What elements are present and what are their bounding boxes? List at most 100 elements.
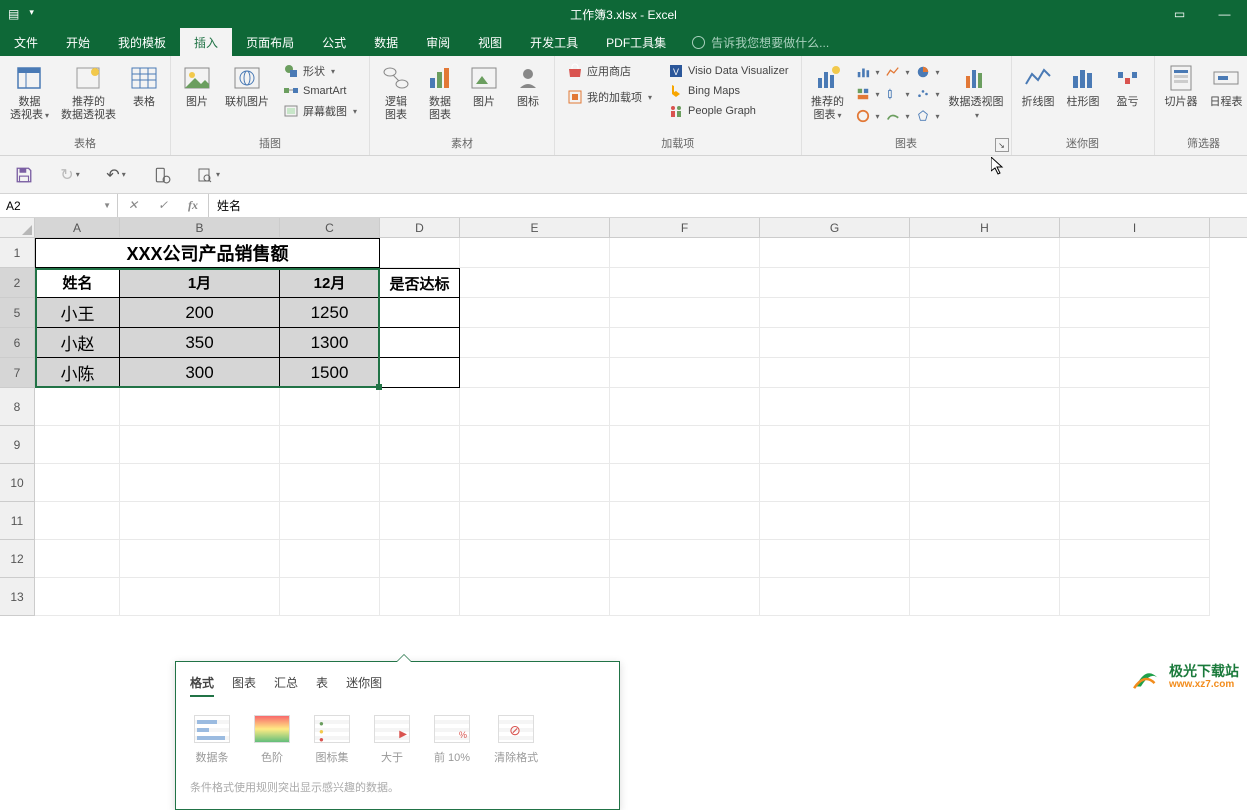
cell[interactable] — [760, 298, 910, 328]
undo-button[interactable]: ↶ ▾ — [104, 163, 128, 187]
tab-mytemplate[interactable]: 我的模板 — [104, 28, 180, 56]
pivot-chart-button[interactable]: 数据透视图▾ — [948, 60, 1005, 124]
cell[interactable] — [760, 328, 910, 358]
cell[interactable] — [760, 238, 910, 268]
print-preview-button[interactable]: ▾ — [196, 163, 220, 187]
cell[interactable] — [460, 268, 610, 298]
visio-button[interactable]: VVisio Data Visualizer — [666, 62, 790, 80]
cell[interactable] — [280, 540, 380, 578]
col-header-b[interactable]: B — [120, 218, 280, 237]
confirm-edit-button[interactable]: ✓ — [148, 198, 178, 213]
qa-tab-format[interactable]: 格式 — [190, 674, 214, 697]
worksheet[interactable]: A B C D E F G H I 1XXX公司产品销售额2姓名1月12月是否达… — [0, 218, 1247, 681]
cell[interactable] — [610, 464, 760, 502]
cell[interactable] — [1060, 502, 1210, 540]
cell[interactable] — [1060, 238, 1210, 268]
tell-me[interactable]: 告诉我您想要做什么... — [680, 28, 829, 56]
cell[interactable] — [1060, 358, 1210, 388]
formula-input-area[interactable] — [209, 194, 1247, 217]
row-header[interactable]: 9 — [0, 426, 35, 464]
col-header-g[interactable]: G — [760, 218, 910, 237]
cell[interactable] — [280, 464, 380, 502]
minimize-button[interactable]: — — [1202, 7, 1247, 21]
row-header[interactable]: 6 — [0, 328, 35, 358]
cell[interactable] — [460, 358, 610, 388]
chart-stat-icon[interactable]: ▾ — [884, 84, 912, 104]
qa-option-greater[interactable]: ▶大于 — [374, 715, 410, 765]
save-button[interactable] — [12, 163, 36, 187]
material-picture-button[interactable]: 图片 — [464, 60, 504, 111]
redo-button[interactable]: ↻ ▾ — [58, 163, 82, 187]
bing-maps-button[interactable]: Bing Maps — [666, 82, 790, 100]
cell[interactable] — [760, 578, 910, 616]
cell[interactable] — [610, 358, 760, 388]
col-header-d[interactable]: D — [380, 218, 460, 237]
cell[interactable] — [760, 268, 910, 298]
cell[interactable] — [120, 464, 280, 502]
cell[interactable] — [910, 388, 1060, 426]
cell[interactable] — [910, 298, 1060, 328]
cell[interactable] — [910, 540, 1060, 578]
tab-insert[interactable]: 插入 — [180, 28, 232, 56]
cell[interactable] — [35, 426, 120, 464]
data-pass[interactable] — [380, 328, 460, 358]
cell[interactable] — [120, 502, 280, 540]
col-header-h[interactable]: H — [910, 218, 1060, 237]
cell[interactable] — [1060, 464, 1210, 502]
cell[interactable] — [380, 578, 460, 616]
touch-mode-button[interactable] — [150, 163, 174, 187]
tab-developer[interactable]: 开发工具 — [516, 28, 592, 56]
cell[interactable] — [380, 426, 460, 464]
cell[interactable] — [760, 502, 910, 540]
cell[interactable] — [460, 540, 610, 578]
table-button[interactable]: 表格 — [124, 60, 164, 111]
slicer-button[interactable]: 切片器 — [1161, 60, 1202, 111]
cell[interactable] — [1060, 426, 1210, 464]
row-header[interactable]: 5 — [0, 298, 35, 328]
chart-line-icon[interactable]: ▾ — [884, 62, 912, 82]
screenshot-button[interactable]: 屏幕截图▾ — [281, 102, 359, 120]
cell[interactable] — [280, 502, 380, 540]
cell[interactable] — [460, 238, 610, 268]
data-m12[interactable]: 1500 — [280, 358, 380, 388]
tab-formula[interactable]: 公式 — [308, 28, 360, 56]
cell[interactable] — [910, 358, 1060, 388]
cancel-edit-button[interactable]: ✕ — [118, 198, 148, 213]
chart-combo-icon[interactable]: ▾ — [854, 106, 882, 126]
chart-surface-icon[interactable]: ▾ — [884, 106, 912, 126]
cell[interactable] — [610, 426, 760, 464]
chart-bar-icon[interactable]: ▾ — [854, 62, 882, 82]
pictures-button[interactable]: 图片 — [177, 60, 217, 111]
cell[interactable] — [1060, 328, 1210, 358]
data-name[interactable]: 小王 — [35, 298, 120, 328]
col-header-c[interactable]: C — [280, 218, 380, 237]
cell[interactable] — [610, 328, 760, 358]
cell[interactable] — [910, 238, 1060, 268]
cell[interactable] — [380, 388, 460, 426]
cell[interactable] — [280, 578, 380, 616]
charts-dialog-launcher[interactable]: ↘ — [995, 138, 1009, 152]
material-icon-button[interactable]: 图标 — [508, 60, 548, 111]
cell[interactable] — [380, 502, 460, 540]
insert-function-button[interactable]: fx — [178, 198, 208, 213]
cell[interactable] — [610, 502, 760, 540]
cell[interactable] — [280, 426, 380, 464]
cell[interactable] — [1060, 298, 1210, 328]
header-name[interactable]: 姓名 — [35, 268, 120, 298]
qa-tab-chart[interactable]: 图表 — [232, 674, 256, 697]
cell[interactable] — [910, 328, 1060, 358]
cell[interactable] — [460, 464, 610, 502]
cell[interactable] — [610, 540, 760, 578]
chart-pie-icon[interactable]: ▾ — [914, 62, 942, 82]
cell[interactable] — [120, 388, 280, 426]
timeline-button[interactable]: 日程表 — [1206, 60, 1247, 111]
data-m1[interactable]: 200 — [120, 298, 280, 328]
cell[interactable] — [35, 502, 120, 540]
row-header[interactable]: 7 — [0, 358, 35, 388]
sparkline-winloss-button[interactable]: 盈亏 — [1108, 60, 1148, 111]
tab-pagelayout[interactable]: 页面布局 — [232, 28, 308, 56]
cell[interactable] — [760, 540, 910, 578]
recommended-pivot-button[interactable]: 推荐的 数据透视表 — [57, 60, 120, 124]
tab-data[interactable]: 数据 — [360, 28, 412, 56]
cell[interactable] — [1060, 578, 1210, 616]
